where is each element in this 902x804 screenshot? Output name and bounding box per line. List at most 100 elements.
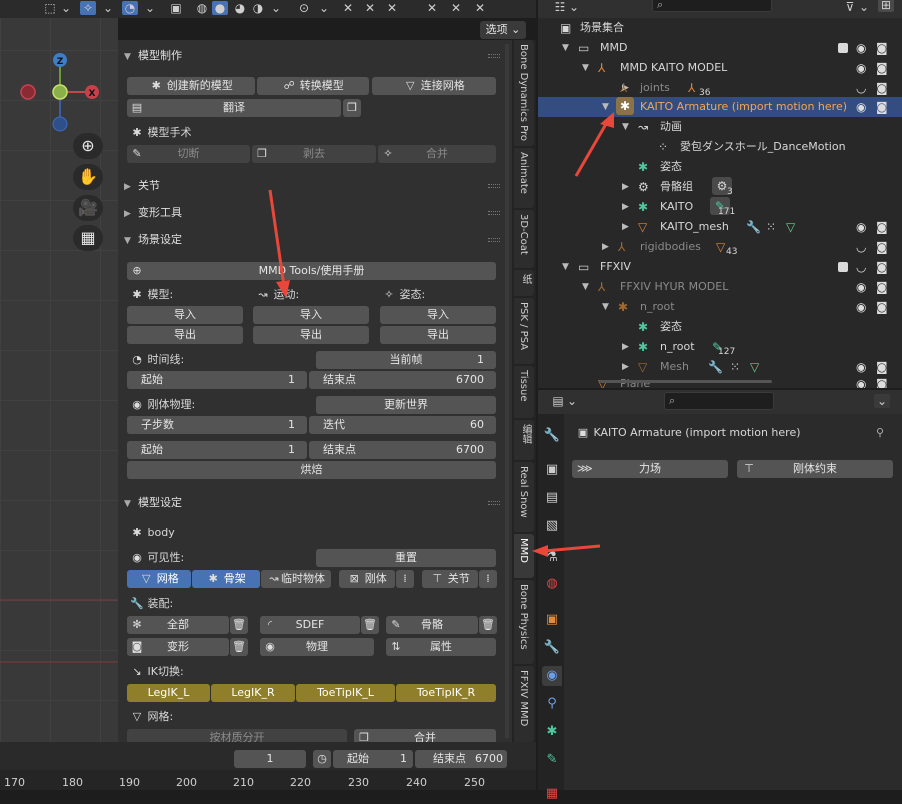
sdef-button[interactable]: ◜ SDEF — [260, 616, 360, 634]
tab-paper[interactable]: 纸 — [514, 270, 534, 296]
tab-mmd[interactable]: MMD — [514, 534, 534, 578]
show-armature-toggle[interactable]: ✱ 骨架 — [192, 570, 260, 588]
start-frame-field[interactable]: 起始 1 — [127, 371, 307, 389]
chevron-down-icon[interactable]: ⌄ — [268, 1, 284, 15]
physics-tab-icon[interactable]: ◉ — [542, 666, 562, 686]
morph-button[interactable]: ◙ 变形 — [127, 638, 229, 656]
new-collection-icon[interactable]: ⊞ — [878, 0, 894, 12]
ik-toetipik-l-button[interactable]: ToeTipIK_L — [296, 684, 395, 702]
view-layer-tab-icon[interactable]: ▧ — [542, 516, 562, 536]
gizmo-icon[interactable]: ◔ — [122, 1, 138, 15]
drag-grip-icon[interactable] — [488, 211, 500, 215]
tab-ffxiv-mmd[interactable]: FFXIV MMD — [514, 666, 534, 742]
camera-render-icon[interactable]: ◙ — [876, 237, 888, 257]
chevron-down-icon[interactable]: ⌄ — [142, 1, 158, 15]
attach-meshes-button[interactable]: ▽ 连接网格 — [372, 77, 496, 95]
pan-hand-icon[interactable]: ✋ — [73, 164, 103, 190]
outliner-row-ffxiv[interactable]: ▼ ▭ FFXIV ◡ ◙ — [538, 257, 902, 277]
rigid-name-toggle[interactable]: ⁞ — [396, 570, 414, 588]
object-tab-icon[interactable]: ▣ — [542, 610, 562, 630]
bone-tab-icon[interactable]: ✎ — [542, 750, 562, 770]
show-joint-toggle[interactable]: ⊤ 关节 — [422, 570, 478, 588]
joint-name-toggle[interactable]: ⁞ — [479, 570, 497, 588]
show-mesh-toggle[interactable]: ▽ 网格 — [127, 570, 191, 588]
camera-render-icon[interactable]: ◙ — [876, 377, 888, 388]
deform-tools-header[interactable]: ▶ 变形工具 — [124, 203, 182, 223]
eye-icon[interactable]: ◉ — [856, 38, 866, 58]
output-tab-icon[interactable]: ▤ — [542, 488, 562, 508]
tab-bone-physics[interactable]: Bone Physics — [514, 580, 534, 664]
tab-real-snow[interactable]: Real Snow — [514, 462, 534, 532]
tab-bone-dynamics-pro[interactable]: Bone Dynamics Pro — [514, 40, 534, 146]
update-world-button[interactable]: 更新世界 — [316, 396, 496, 414]
bone-pose-icon[interactable]: ✧ — [80, 1, 96, 15]
camera-render-icon[interactable]: ◙ — [876, 97, 888, 117]
hidden-eye-icon[interactable]: ◡ — [856, 237, 866, 257]
x-mirror-icon[interactable]: ✕ — [424, 1, 440, 15]
show-rigid-toggle[interactable]: ⊠ 刚体 — [339, 570, 395, 588]
tab-psk-psa[interactable]: PSK / PSA — [514, 298, 534, 364]
timeline-end-field[interactable]: 结束点 6700 — [415, 750, 507, 768]
render-tab-icon[interactable]: ▣ — [542, 460, 562, 480]
reset-button[interactable]: 重置 — [316, 549, 496, 567]
eye-icon[interactable]: ◉ — [856, 97, 866, 117]
outliner-row-mmd-kaito-model[interactable]: ▼ ⅄ MMD KAITO MODEL ◉ ◙ — [538, 58, 902, 78]
outliner-row-ffxiv-hyur-model[interactable]: ▼ ⅄ FFXIV HYUR MODEL ◉ ◙ — [538, 277, 902, 297]
ik-toetipik-r-button[interactable]: ToeTipIK_R — [396, 684, 496, 702]
checkbox-icon[interactable] — [838, 262, 848, 272]
merge-button[interactable]: ✧ 合并 — [378, 145, 496, 163]
chevron-down-icon[interactable]: ⌄ — [856, 0, 872, 14]
texture-tab-icon[interactable]: ▦ — [542, 784, 562, 804]
camera-render-icon[interactable]: ◙ — [876, 257, 888, 277]
camera-icon[interactable]: 🎥 — [73, 195, 103, 221]
ik-legik-l-button[interactable]: LegIK_L — [127, 684, 210, 702]
model-import-button[interactable]: 导入 — [127, 306, 243, 324]
joints-header[interactable]: ▶ 关节 — [124, 176, 160, 196]
world-tab-icon[interactable]: ◍ — [542, 574, 562, 594]
drag-grip-icon[interactable] — [488, 54, 500, 58]
options-dropdown[interactable]: 选项 ⌄ — [480, 21, 526, 39]
hidden-eye-icon[interactable]: ◡ — [856, 257, 866, 277]
motion-import-button[interactable]: 导入 — [253, 306, 369, 324]
bake-button[interactable]: 烘焙 — [127, 461, 496, 479]
constraint-tab-icon[interactable]: ⚲ — [542, 694, 562, 714]
outliner-row-kaito-mesh[interactable]: ▶ ▽ KAITO_mesh 🔧 ⁙ ▽ ◉ ◙ — [538, 217, 902, 237]
chevron-down-icon[interactable]: ⌄ — [316, 1, 332, 15]
scene-tab-icon[interactable]: ⚗ — [542, 548, 562, 568]
outliner-row-rigidbodies[interactable]: ▶ ⅄ rigidbodies ▽ 43 ◡ ◙ — [538, 237, 902, 257]
force-field-button[interactable]: ⋙ 力场 — [572, 460, 728, 478]
camera-render-icon[interactable]: ◙ — [876, 217, 888, 237]
drag-grip-icon[interactable] — [488, 501, 500, 505]
camera-render-icon[interactable]: ◙ — [876, 38, 888, 58]
timeline-current-frame[interactable]: 1 — [234, 750, 306, 768]
overlay-icon[interactable]: ⊙ — [296, 1, 312, 15]
panel-scrollbar[interactable] — [505, 44, 509, 738]
drag-grip-icon[interactable] — [488, 184, 500, 188]
outliner-row-mesh[interactable]: ▶ ▽ Mesh 🔧 ⁙ ▽ ◉ ◙ — [538, 357, 902, 377]
end-frame-field[interactable]: 结束点 6700 — [309, 371, 496, 389]
camera-render-icon[interactable]: ◙ — [876, 277, 888, 297]
wireframe-shading-icon[interactable]: ◍ — [194, 1, 210, 15]
clean-all-button[interactable]: 🗑 — [230, 616, 248, 634]
motion-export-button[interactable]: 导出 — [253, 326, 369, 344]
pose-import-button[interactable]: 导入 — [380, 306, 496, 324]
bake-end-field[interactable]: 结束点 6700 — [309, 441, 496, 459]
iterations-field[interactable]: 迭代 60 — [309, 416, 496, 434]
camera-render-icon[interactable]: ◙ — [876, 78, 888, 98]
tab-animate[interactable]: Animate — [514, 148, 534, 208]
outliner-row-mmd[interactable]: ▼ ▭ MMD ◉ ◙ — [538, 38, 902, 58]
y-axis-icon[interactable]: ✕ — [362, 1, 378, 15]
material-shading-icon[interactable]: ◕ — [232, 1, 248, 15]
clean-sdef-button[interactable]: 🗑 — [361, 616, 379, 634]
chevron-down-icon[interactable]: ⌄ — [564, 394, 580, 408]
eye-icon[interactable]: ◉ — [856, 297, 866, 317]
ik-legik-r-button[interactable]: LegIK_R — [211, 684, 295, 702]
timeline-start-field[interactable]: 起始 1 — [333, 750, 413, 768]
solid-shading-icon[interactable]: ● — [212, 1, 228, 15]
drag-grip-icon[interactable] — [488, 238, 500, 242]
xray-icon[interactable]: ▣ — [168, 1, 184, 15]
pin-icon[interactable]: ⚲ — [876, 426, 884, 439]
bake-start-field[interactable]: 起始 1 — [127, 441, 307, 459]
eye-icon[interactable]: ◉ — [856, 58, 866, 78]
translate-panel-button[interactable]: ❐ — [343, 99, 361, 117]
